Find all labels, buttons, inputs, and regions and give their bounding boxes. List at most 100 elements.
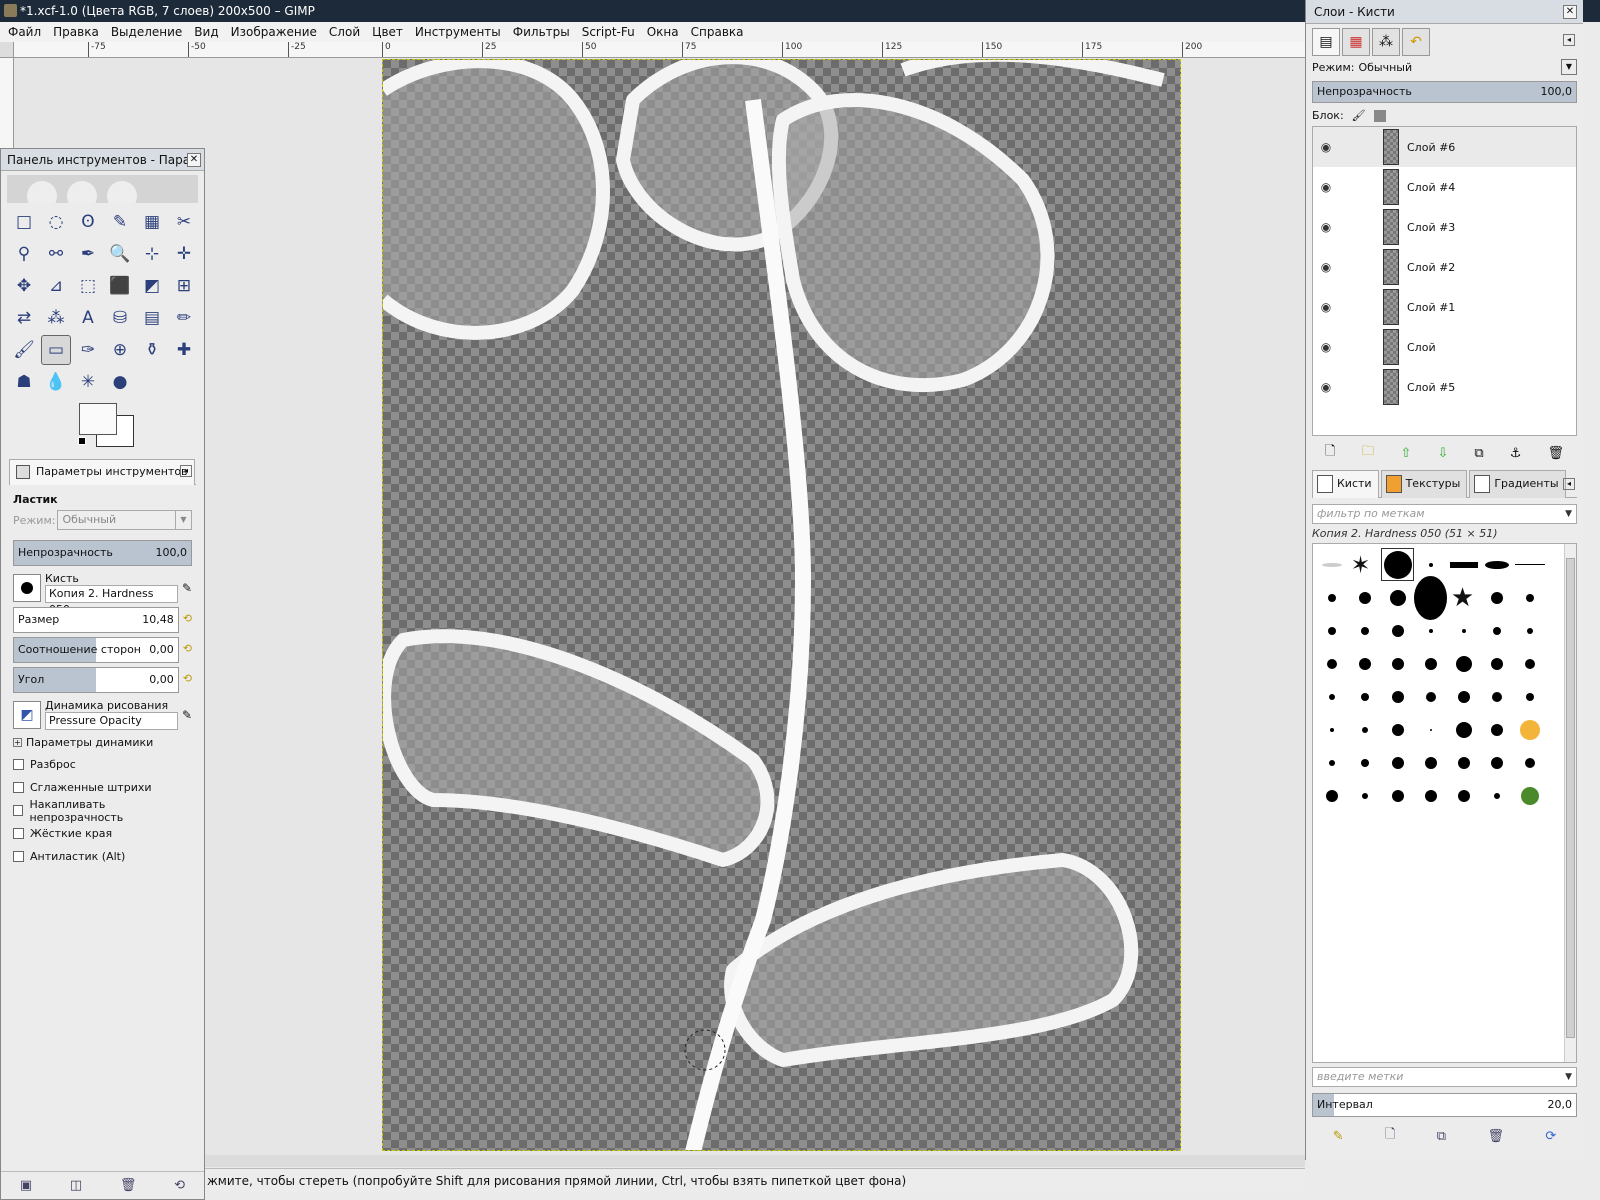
brush-swatch[interactable]	[1315, 548, 1348, 581]
brush-swatch[interactable]	[1381, 614, 1414, 647]
default-colors-icon[interactable]	[78, 437, 86, 445]
lower-layer-icon[interactable]: ⇩	[1437, 446, 1448, 461]
chevron-down-icon[interactable]: ▼	[1565, 1068, 1572, 1086]
brush-swatch[interactable]	[1381, 581, 1414, 614]
tab-menu-icon[interactable]: ◂	[1563, 478, 1575, 490]
tab-menu-icon[interactable]: ◂	[180, 465, 192, 477]
menu-view[interactable]: Вид	[190, 22, 222, 42]
brush-swatch[interactable]	[1513, 614, 1546, 647]
tool-button[interactable]: ⊿	[41, 271, 71, 301]
check-incremental[interactable]: Накапливать непрозрачность	[13, 798, 192, 824]
brush-swatch[interactable]	[1414, 779, 1447, 812]
size-slider[interactable]: Размер 10,48	[13, 607, 179, 633]
anchor-layer-icon[interactable]: ⚓	[1510, 446, 1522, 461]
eye-icon[interactable]: ◉	[1313, 180, 1339, 194]
brush-swatch[interactable]	[1348, 680, 1381, 713]
tool-button[interactable]: ◌	[41, 207, 71, 237]
eraser-tool-button[interactable]: ▭	[41, 335, 71, 365]
eye-icon[interactable]: ◉	[1313, 380, 1339, 394]
tool-button[interactable]: ✳	[73, 367, 103, 397]
brush-swatch[interactable]	[1348, 614, 1381, 647]
brush-swatch[interactable]	[1381, 647, 1414, 680]
new-layer-icon[interactable]: 🗋	[1325, 442, 1335, 464]
brush-swatch[interactable]	[1315, 746, 1348, 779]
delete-layer-icon[interactable]: 🗑	[1547, 446, 1564, 461]
brush-swatch[interactable]	[1315, 581, 1348, 614]
brush-swatch[interactable]	[1513, 581, 1546, 614]
tool-button[interactable]: ✎	[105, 207, 135, 237]
layer-row[interactable]: ◉ Слой	[1313, 327, 1576, 367]
close-icon[interactable]: ✕	[187, 153, 201, 167]
layer-row[interactable]: ◉ Слой #3	[1313, 207, 1576, 247]
image-canvas[interactable]	[382, 59, 1181, 1151]
tool-button[interactable]: ▦	[137, 207, 167, 237]
brush-swatch[interactable]	[1513, 746, 1546, 779]
tool-button[interactable]: ✥	[9, 271, 39, 301]
brush-swatch[interactable]	[1348, 779, 1381, 812]
toolbox-titlebar[interactable]: Панель инструментов - Пара... ✕	[1, 149, 204, 171]
brush-swatch[interactable]	[1447, 680, 1480, 713]
eye-icon[interactable]: ◉	[1313, 300, 1339, 314]
tool-button[interactable]: 💧	[41, 367, 71, 397]
save-options-icon[interactable]: ▣	[20, 1178, 32, 1193]
layer-row[interactable]: ◉ Слой #5	[1313, 367, 1576, 407]
aspect-ratio-slider[interactable]: Соотношение сторон 0,00	[13, 637, 179, 663]
brush-swatch[interactable]: ✶	[1348, 548, 1381, 581]
tool-button[interactable]: ✒	[73, 239, 103, 269]
brush-swatch[interactable]	[1348, 647, 1381, 680]
menu-script-fu[interactable]: Script-Fu	[578, 22, 639, 42]
tool-button[interactable]: ◩	[137, 271, 167, 301]
brush-swatch[interactable]	[1414, 647, 1447, 680]
dynamics-preview-button[interactable]: ◩	[13, 700, 41, 729]
ruler-corner[interactable]	[0, 42, 14, 58]
tab-menu-icon[interactable]: ◂	[1563, 34, 1575, 46]
brush-swatch[interactable]	[1348, 581, 1381, 614]
eye-icon[interactable]: ◉	[1313, 260, 1339, 274]
angle-slider[interactable]: Угол 0,00	[13, 667, 179, 693]
duplicate-layer-icon[interactable]: ⧉	[1474, 446, 1483, 461]
menu-help[interactable]: Справка	[687, 22, 748, 42]
tool-button[interactable]: ⊹	[137, 239, 167, 269]
tool-button[interactable]: ●	[105, 367, 135, 397]
brush-swatch[interactable]	[1348, 713, 1381, 746]
brush-swatch[interactable]	[1315, 647, 1348, 680]
menu-color[interactable]: Цвет	[368, 22, 407, 42]
brush-swatch[interactable]	[1480, 713, 1513, 746]
brush-swatch[interactable]	[1414, 614, 1447, 647]
tool-button[interactable]: ⚯	[41, 239, 71, 269]
tool-button[interactable]: A	[73, 303, 103, 333]
reset-angle-icon[interactable]: ⟲	[183, 672, 192, 685]
brush-swatch[interactable]	[1447, 614, 1480, 647]
brush-swatch[interactable]	[1381, 779, 1414, 812]
checkbox[interactable]	[13, 851, 24, 862]
delete-options-icon[interactable]: 🗑	[120, 1178, 137, 1193]
brush-swatch[interactable]	[1480, 647, 1513, 680]
brush-swatch[interactable]	[1447, 713, 1480, 746]
check-smooth[interactable]: Сглаженные штрихи	[13, 776, 192, 799]
brush-swatch[interactable]	[1348, 746, 1381, 779]
tool-button[interactable]: ✚	[169, 335, 199, 365]
brush-swatch[interactable]	[1381, 746, 1414, 779]
tab-undo[interactable]: ↶	[1402, 28, 1430, 56]
tag-entry-input[interactable]: введите метки ▼	[1312, 1067, 1577, 1087]
menu-image[interactable]: Изображение	[227, 22, 321, 42]
brush-name-field[interactable]: Копия 2. Hardness 050	[45, 585, 178, 616]
edit-brush-icon[interactable]: ✎	[1333, 1129, 1344, 1144]
brush-swatch[interactable]	[1315, 680, 1348, 713]
brush-swatch[interactable]	[1480, 746, 1513, 779]
raise-layer-icon[interactable]: ⇧	[1401, 446, 1412, 461]
tool-button[interactable]: ⚱	[137, 335, 167, 365]
tab-layers[interactable]: ▤	[1312, 28, 1340, 56]
tool-button[interactable]: ⛁	[105, 303, 135, 333]
eye-icon[interactable]: ◉	[1313, 340, 1339, 354]
menu-file[interactable]: Файл	[4, 22, 45, 42]
brush-swatch[interactable]	[1414, 680, 1447, 713]
tool-button[interactable]: ⇄	[9, 303, 39, 333]
reset-size-icon[interactable]: ⟲	[183, 612, 192, 625]
brush-swatch[interactable]	[1381, 680, 1414, 713]
checkbox[interactable]	[13, 805, 24, 816]
dynamics-options-expander[interactable]: + Параметры динамики	[13, 736, 192, 749]
menu-layer[interactable]: Слой	[325, 22, 364, 42]
layer-row[interactable]: ◉ Слой #1	[1313, 287, 1576, 327]
horizontal-scrollbar[interactable]	[205, 1155, 1305, 1167]
